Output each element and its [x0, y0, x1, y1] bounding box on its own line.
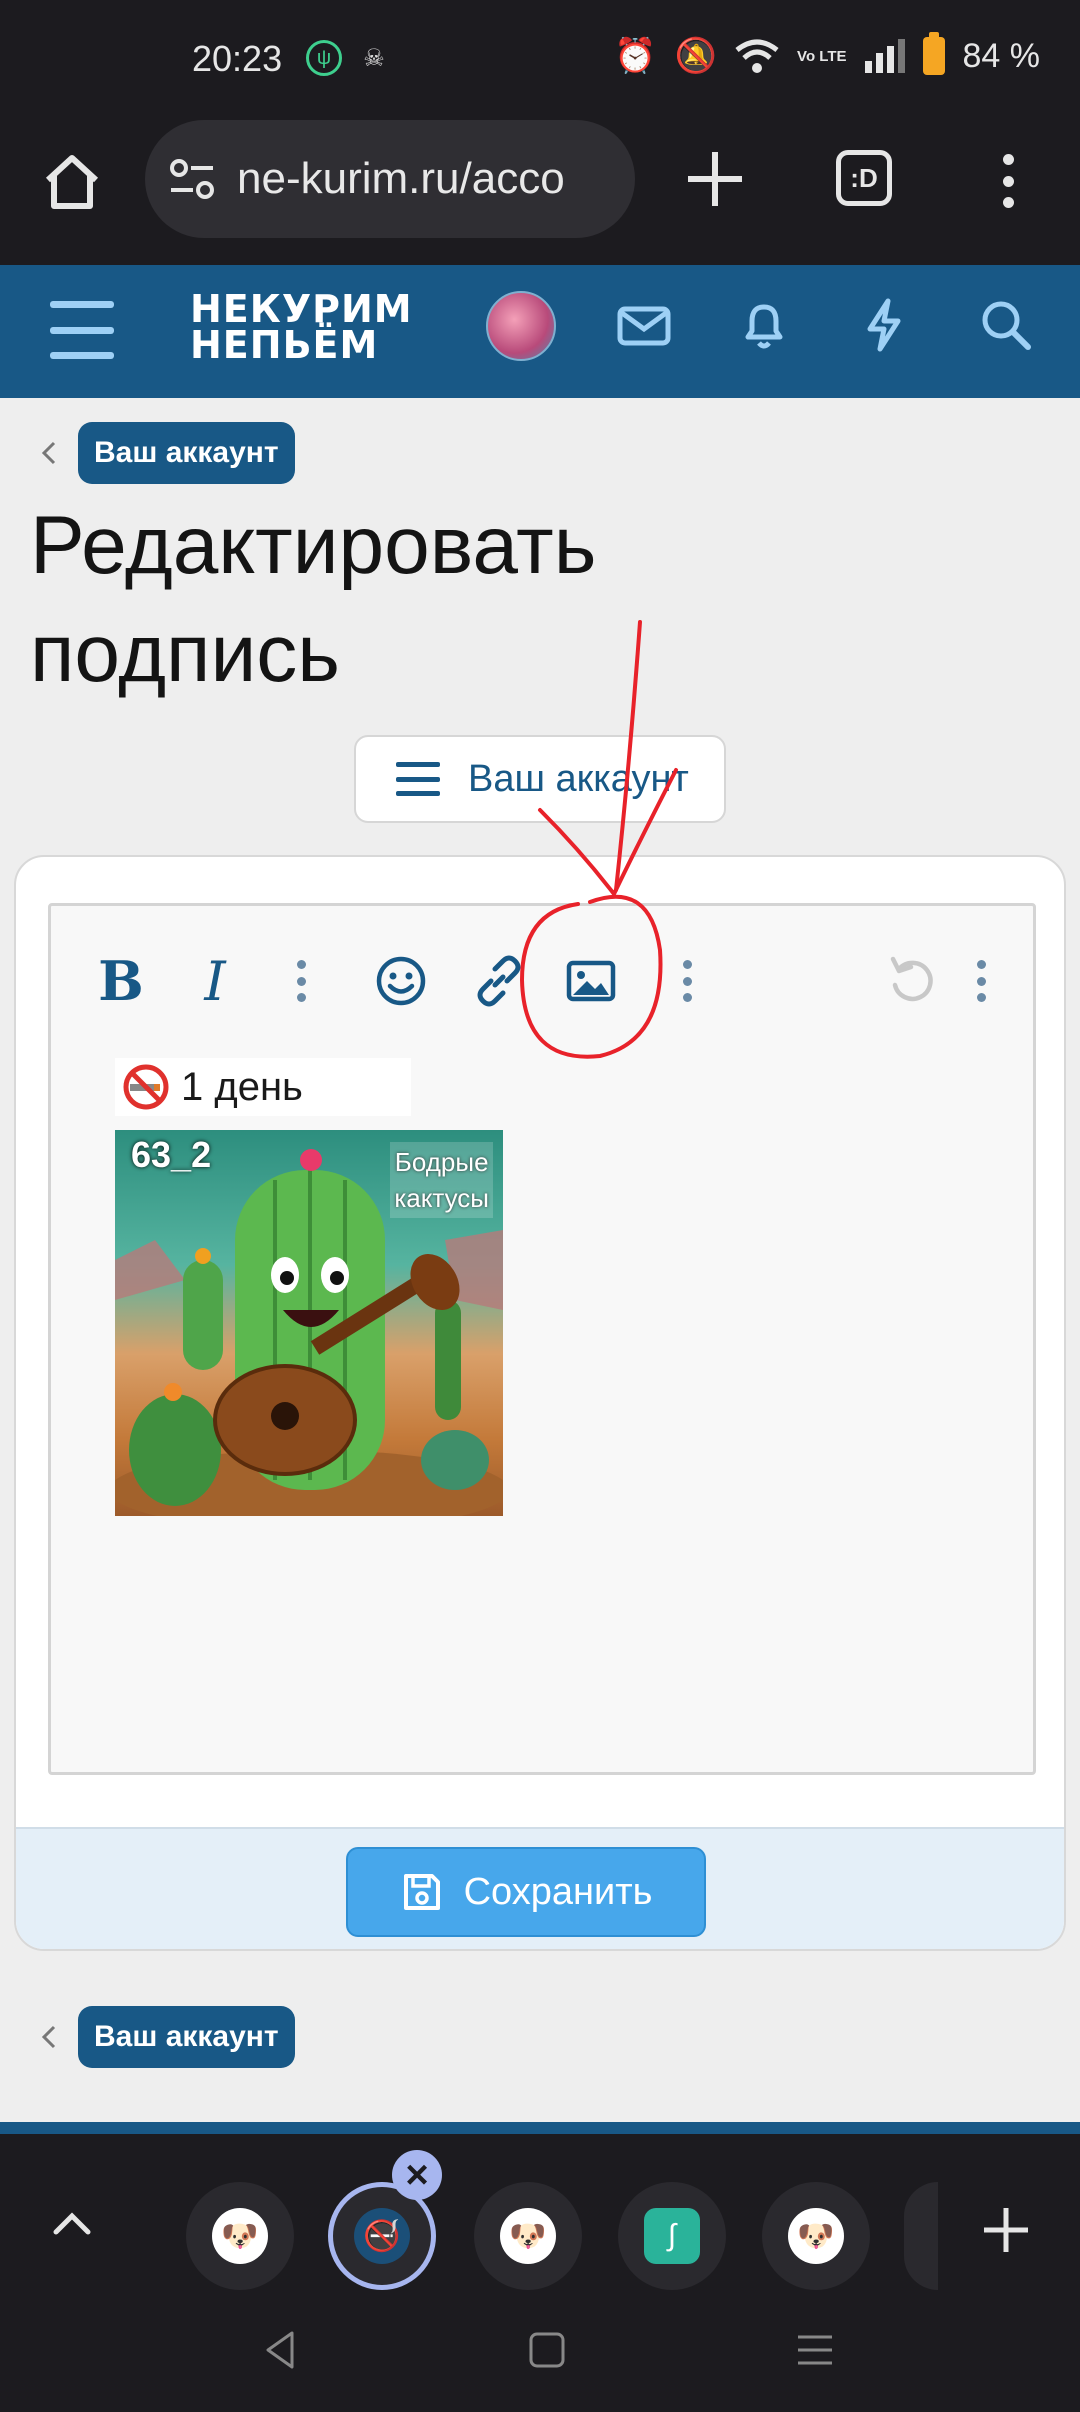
- close-tab-icon[interactable]: ×: [392, 2150, 442, 2200]
- wifi-icon: [735, 39, 779, 73]
- chevron-left-icon: [41, 441, 56, 465]
- tab-thumbnail-4[interactable]: ∫: [618, 2182, 726, 2290]
- dog-favicon-icon: 🐶: [500, 2208, 556, 2264]
- breadcrumb-account-bottom[interactable]: Ваш аккаунт: [78, 2006, 295, 2068]
- nav-recents-icon[interactable]: [790, 2325, 840, 2375]
- no-smoking-icon: [123, 1064, 169, 1110]
- dog-favicon-icon: 🐶: [788, 2208, 844, 2264]
- status-bar: 20:23 ψ ☠ ⏰ 🔕 Vo LTE 84 %: [0, 0, 1080, 120]
- breadcrumb-account-top[interactable]: Ваш аккаунт: [78, 422, 295, 484]
- signature-line: 1 день: [115, 1058, 411, 1116]
- site-settings-icon[interactable]: [167, 157, 217, 201]
- volte-icon: Vo LTE: [797, 47, 847, 65]
- undo-icon[interactable]: [883, 946, 943, 1016]
- signature-text: 1 день: [181, 1064, 303, 1109]
- menu-bars-icon: [396, 762, 440, 796]
- more-text-options-icon[interactable]: [291, 946, 311, 1016]
- tab-thumbnail-6[interactable]: [904, 2182, 938, 2290]
- nav-menu-icon[interactable]: [50, 301, 114, 359]
- tab-thumbnail-1[interactable]: 🐶: [186, 2182, 294, 2290]
- save-icon: [403, 1874, 440, 1910]
- battery-percent: 84 %: [962, 36, 1041, 75]
- game-app-icon: ☠: [363, 44, 385, 72]
- page-title: Редактировать подпись: [30, 500, 597, 699]
- status-time: 20:23: [192, 38, 283, 79]
- app-favicon-icon: ∫: [644, 2208, 700, 2264]
- battery-icon: [922, 32, 945, 75]
- search-icon[interactable]: [976, 295, 1036, 355]
- mail-icon[interactable]: [614, 295, 674, 355]
- signal-icon: [864, 39, 905, 73]
- more-insert-options-icon[interactable]: [677, 946, 697, 1016]
- user-avatar[interactable]: [486, 291, 556, 361]
- site-logo[interactable]: НЕКУРИМ НЕПЬЁМ: [190, 290, 413, 364]
- dog-favicon-icon: 🐶: [212, 2208, 268, 2264]
- no-smoking-favicon-icon: 🚭: [354, 2208, 410, 2264]
- image-number: 63_2: [131, 1134, 212, 1175]
- tab-thumbnail-5[interactable]: 🐶: [762, 2182, 870, 2290]
- tab-switcher-label: :D: [850, 162, 878, 193]
- lightning-icon[interactable]: [854, 295, 914, 355]
- alarm-icon: ⏰: [614, 37, 657, 75]
- mute-icon: 🔕: [674, 37, 718, 75]
- more-options-icon[interactable]: [971, 946, 991, 1016]
- save-button[interactable]: Сохранить: [346, 1847, 706, 1937]
- cactus-guitar-image[interactable]: 63_2 Бодрые кактусы: [115, 1130, 503, 1516]
- add-tab-icon[interactable]: [978, 2202, 1034, 2258]
- fork-app-icon: ψ: [306, 40, 342, 76]
- rich-text-editor[interactable]: B I 1 день 63_2 Бодрые кактусы: [48, 903, 1036, 1775]
- chevron-left-icon: [41, 2025, 56, 2049]
- chevron-up-icon[interactable]: [50, 2202, 94, 2246]
- tab-switcher-button[interactable]: :D: [836, 150, 892, 206]
- save-label: Сохранить: [463, 1870, 653, 1913]
- site-header: НЕКУРИМ НЕПЬЁМ: [0, 265, 1080, 398]
- form-footer: Сохранить: [16, 1827, 1064, 1949]
- nav-home-icon[interactable]: [522, 2325, 572, 2375]
- new-tab-icon[interactable]: [680, 144, 750, 214]
- image-caption: Бодрые кактусы: [390, 1142, 493, 1218]
- browser-toolbar: ne-kurim.ru/acco :D: [0, 120, 1080, 265]
- signature-form: B I 1 день 63_2 Бодрые кактусы Сохранить: [14, 855, 1066, 1951]
- italic-button[interactable]: I: [185, 946, 245, 1016]
- nav-back-icon[interactable]: [256, 2325, 306, 2375]
- home-icon[interactable]: [40, 150, 104, 214]
- bold-button[interactable]: B: [91, 946, 151, 1016]
- image-icon[interactable]: [561, 946, 621, 1016]
- account-menu-label: Ваш аккаунт: [468, 757, 689, 800]
- address-bar[interactable]: ne-kurim.ru/acco: [145, 120, 635, 238]
- editor-content[interactable]: 1 день 63_2 Бодрые кактусы: [115, 1058, 503, 1516]
- bell-icon[interactable]: [734, 295, 794, 355]
- link-icon[interactable]: [469, 946, 529, 1016]
- account-menu-button[interactable]: Ваш аккаунт: [354, 735, 726, 823]
- smiley-icon[interactable]: [371, 946, 431, 1016]
- browser-menu-icon[interactable]: [990, 146, 1026, 216]
- tab-thumbnail-3[interactable]: 🐶: [474, 2182, 582, 2290]
- url-text[interactable]: ne-kurim.ru/acco: [237, 154, 627, 204]
